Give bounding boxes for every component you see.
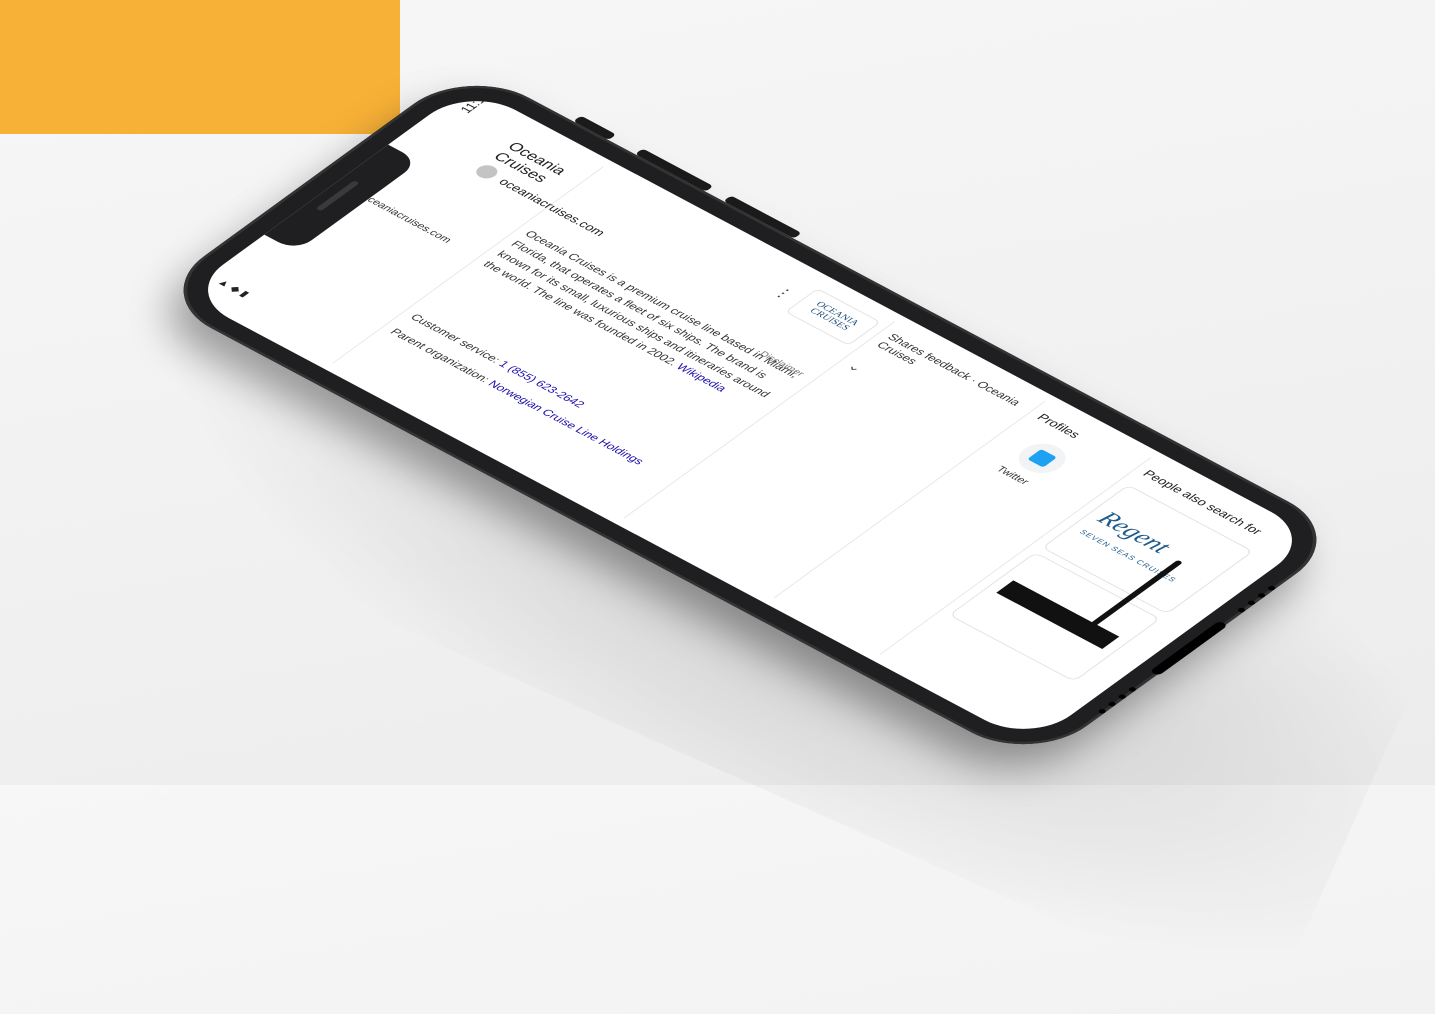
status-time: 11:11 — [456, 90, 494, 116]
status-icons: ▲ ◆ ▮ — [214, 277, 252, 299]
globe-icon — [471, 162, 502, 182]
twitter-icon — [1027, 449, 1058, 468]
oceania-logo: OCEANIA CRUISES — [784, 288, 882, 346]
more-icon[interactable]: ⋮ — [768, 284, 798, 303]
description-text: Oceania Cruises is a premium cruise line… — [479, 227, 808, 413]
silent-switch — [573, 115, 617, 141]
shares-feedback[interactable]: Shares feedback · Oceania Cruises — [874, 332, 1037, 423]
profiles-label: Profiles — [1033, 411, 1084, 441]
chevron-down-icon[interactable]: ⌄ — [844, 360, 867, 375]
regent-logo: Regent — [1091, 507, 1178, 558]
